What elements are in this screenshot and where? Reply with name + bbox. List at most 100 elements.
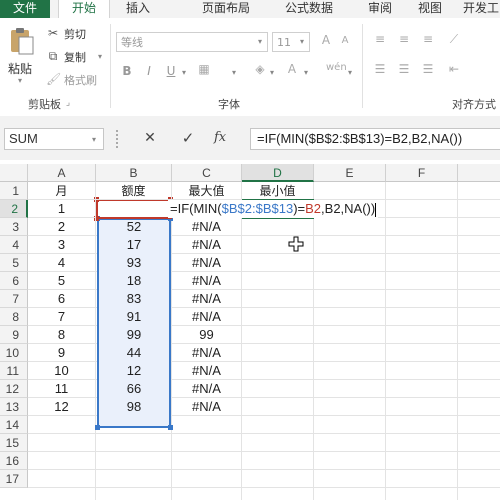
cell-a[interactable]: 11 bbox=[28, 380, 96, 398]
row-header[interactable]: 1 bbox=[0, 182, 28, 200]
cell-a[interactable]: 6 bbox=[28, 290, 96, 308]
column-header-b[interactable]: B bbox=[96, 164, 172, 182]
font-name-combo[interactable]: 等线 bbox=[116, 32, 268, 52]
cell-c[interactable]: #N/A bbox=[172, 272, 242, 290]
align-top-icon[interactable]: ≡ bbox=[372, 32, 388, 46]
cell-b[interactable]: 66 bbox=[96, 380, 172, 398]
cell-b[interactable]: 93 bbox=[96, 254, 172, 272]
cell-c[interactable]: #N/A bbox=[172, 308, 242, 326]
tab-review[interactable]: 审阅 bbox=[360, 0, 400, 18]
align-center-icon[interactable]: ☰ bbox=[396, 62, 412, 76]
tab-view[interactable]: 视图 bbox=[410, 0, 450, 18]
align-bottom-icon[interactable]: ≡ bbox=[420, 32, 436, 46]
row-header[interactable]: 11 bbox=[0, 362, 28, 380]
row-header[interactable]: 12 bbox=[0, 380, 28, 398]
select-all-corner[interactable] bbox=[0, 164, 28, 182]
row-header[interactable]: 17 bbox=[0, 470, 28, 488]
cell-a[interactable]: 9 bbox=[28, 344, 96, 362]
range-handle[interactable] bbox=[168, 425, 173, 430]
tab-home[interactable]: 开始 bbox=[58, 0, 110, 18]
cell-c[interactable]: #N/A bbox=[172, 362, 242, 380]
cell-b[interactable]: 52 bbox=[96, 218, 172, 236]
cell-c[interactable]: #N/A bbox=[172, 254, 242, 272]
cell-b[interactable]: 98 bbox=[96, 398, 172, 416]
row-header[interactable]: 7 bbox=[0, 290, 28, 308]
paste-label[interactable]: 粘贴 bbox=[8, 60, 32, 77]
cell-a[interactable]: 2 bbox=[28, 218, 96, 236]
cell-b[interactable]: 18 bbox=[96, 272, 172, 290]
column-header-a[interactable]: A bbox=[28, 164, 96, 182]
range-handle[interactable] bbox=[95, 425, 100, 430]
cell-b[interactable]: 12 bbox=[96, 362, 172, 380]
tab-developer[interactable]: 开发工 bbox=[462, 0, 500, 18]
cancel-icon[interactable]: ✕ bbox=[140, 130, 160, 146]
cell-c1[interactable]: 最大值 bbox=[172, 182, 242, 200]
font-name-dropdown-icon[interactable]: ▾ bbox=[258, 37, 262, 46]
cell-c[interactable]: #N/A bbox=[172, 236, 242, 254]
clipboard-launcher-icon[interactable]: ⌟ bbox=[62, 98, 74, 108]
cell-b1[interactable]: 额度 bbox=[96, 182, 172, 200]
orientation-icon[interactable]: ⟋ bbox=[446, 32, 462, 47]
cell-a[interactable]: 10 bbox=[28, 362, 96, 380]
row-header[interactable]: 13 bbox=[0, 398, 28, 416]
font-size-combo[interactable]: 11 bbox=[272, 32, 310, 52]
cell-c[interactable]: #N/A bbox=[172, 398, 242, 416]
italic-icon[interactable]: I bbox=[142, 64, 156, 78]
cell-a[interactable]: 8 bbox=[28, 326, 96, 344]
align-right-icon[interactable]: ☰ bbox=[420, 62, 436, 76]
copy-label[interactable]: 复制 bbox=[64, 49, 86, 65]
cell-c[interactable]: #N/A bbox=[172, 290, 242, 308]
cell-a[interactable]: 5 bbox=[28, 272, 96, 290]
cell-a1[interactable]: 月 bbox=[28, 182, 96, 200]
column-header-f[interactable]: F bbox=[386, 164, 458, 182]
cell-a2[interactable]: 1 bbox=[28, 200, 96, 218]
row-header[interactable]: 10 bbox=[0, 344, 28, 362]
row-header[interactable]: 15 bbox=[0, 434, 28, 452]
cell-b[interactable]: 83 bbox=[96, 290, 172, 308]
cell-b[interactable]: 91 bbox=[96, 308, 172, 326]
tab-insert[interactable]: 插入 bbox=[118, 0, 158, 18]
tab-file[interactable]: 文件 bbox=[0, 0, 50, 18]
enter-icon[interactable]: ✓ bbox=[178, 129, 198, 147]
column-header-g[interactable] bbox=[458, 164, 500, 182]
row-header[interactable]: 5 bbox=[0, 254, 28, 272]
column-header-d[interactable]: D bbox=[242, 164, 314, 182]
align-left-icon[interactable]: ☰ bbox=[372, 62, 388, 76]
row-header[interactable]: 16 bbox=[0, 452, 28, 470]
tab-page-layout[interactable]: 页面布局 bbox=[196, 0, 256, 18]
align-middle-icon[interactable]: ≡ bbox=[396, 32, 412, 46]
cell-a[interactable]: 12 bbox=[28, 398, 96, 416]
in-cell-formula[interactable]: =IF(MIN($B$2:$B$13)=B2,B2,NA()) bbox=[168, 200, 379, 218]
cell-b[interactable]: 44 bbox=[96, 344, 172, 362]
copy-dropdown-icon[interactable]: ▾ bbox=[98, 52, 102, 61]
bold-icon[interactable]: B bbox=[120, 64, 134, 78]
cell-a[interactable]: 4 bbox=[28, 254, 96, 272]
row-header[interactable]: 6 bbox=[0, 272, 28, 290]
cell-b[interactable]: 99 bbox=[96, 326, 172, 344]
row-header[interactable]: 3 bbox=[0, 218, 28, 236]
paste-icon[interactable] bbox=[8, 26, 36, 56]
cell-c[interactable]: 99 bbox=[172, 326, 242, 344]
underline-dropdown-icon[interactable]: ▾ bbox=[182, 68, 186, 77]
borders-dropdown-icon[interactable]: ▾ bbox=[232, 68, 236, 77]
cell-a[interactable]: 7 bbox=[28, 308, 96, 326]
name-box[interactable]: SUM bbox=[4, 128, 104, 150]
cell-d1[interactable]: 最小值 bbox=[242, 182, 314, 200]
cell-b[interactable]: 17 bbox=[96, 236, 172, 254]
cell-c[interactable]: #N/A bbox=[172, 218, 242, 236]
column-header-c[interactable]: C bbox=[172, 164, 242, 182]
formula-input[interactable]: =IF(MIN($B$2:$B$13)=B2,B2,NA()) bbox=[250, 128, 500, 150]
decrease-indent-icon[interactable]: ⇤ bbox=[446, 62, 462, 76]
format-painter-label[interactable]: 格式刷 bbox=[64, 72, 97, 88]
fill-color-icon[interactable]: ◈ bbox=[252, 62, 268, 76]
font-color-dropdown-icon[interactable]: ▾ bbox=[304, 68, 308, 77]
row-header[interactable]: 4 bbox=[0, 236, 28, 254]
borders-icon[interactable]: ▦ bbox=[196, 62, 212, 76]
row-header[interactable]: 14 bbox=[0, 416, 28, 434]
fill-color-dropdown-icon[interactable]: ▾ bbox=[270, 68, 274, 77]
row-header[interactable]: 9 bbox=[0, 326, 28, 344]
paste-dropdown-icon[interactable]: ▾ bbox=[18, 76, 22, 85]
format-painter-icon[interactable]: 🖌 bbox=[46, 72, 61, 86]
insert-function-icon[interactable]: fx bbox=[214, 130, 238, 145]
font-color-icon[interactable]: A bbox=[284, 62, 300, 76]
